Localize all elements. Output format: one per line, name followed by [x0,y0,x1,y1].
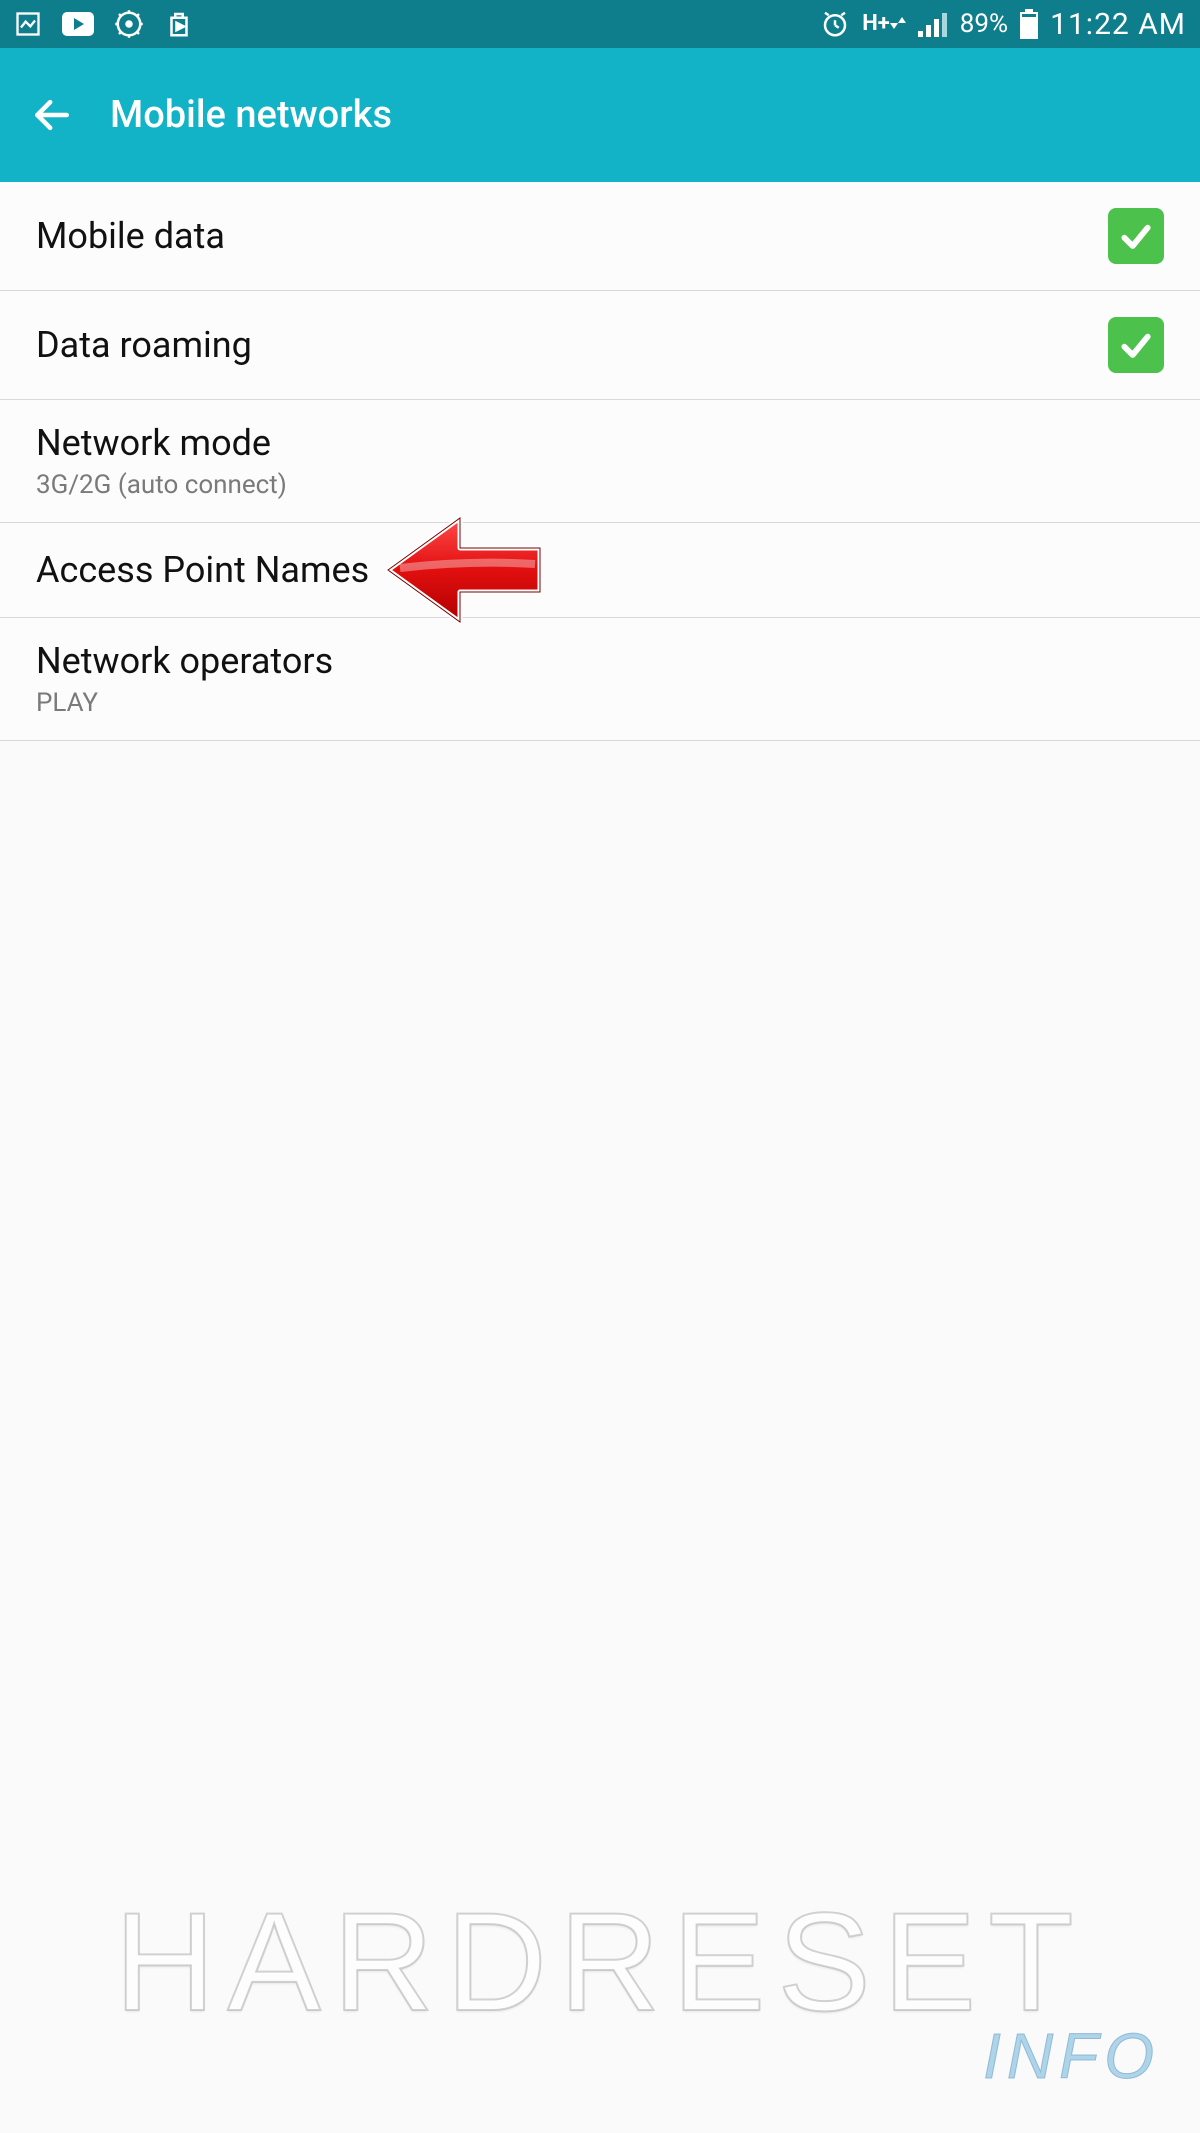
page-title: Mobile networks [110,93,392,137]
clock-time: 11:22 AM [1050,7,1186,42]
setting-network-mode[interactable]: Network mode 3G/2G (auto connect) [0,400,1200,523]
setting-label: Network operators [36,640,1164,682]
status-bar: H+ 89% 11:22 AM [0,0,1200,48]
checkbox-checked-icon[interactable] [1108,317,1164,373]
setting-data-roaming[interactable]: Data roaming [0,291,1200,400]
youtube-icon [62,12,94,36]
app-bar: Mobile networks [0,48,1200,182]
setting-sublabel: PLAY [36,688,1164,718]
play-store-icon [164,9,194,39]
setting-sublabel: 3G/2G (auto connect) [36,470,1164,500]
watermark-subtext: INFO [983,2019,1160,2093]
network-type-label: H+ [862,13,906,35]
alarm-icon [820,9,850,39]
battery-percentage: 89% [960,9,1008,39]
setting-label: Network mode [36,422,1164,464]
setting-label: Mobile data [36,215,1108,257]
back-button[interactable] [28,91,76,139]
settings-list: Mobile data Data roaming Network mode 3G… [0,182,1200,741]
settings-gear-icon [114,9,144,39]
setting-access-point-names[interactable]: Access Point Names [0,523,1200,618]
setting-network-operators[interactable]: Network operators PLAY [0,618,1200,741]
setting-mobile-data[interactable]: Mobile data [0,182,1200,291]
checkbox-checked-icon[interactable] [1108,208,1164,264]
battery-icon [1020,9,1038,39]
setting-label: Access Point Names [36,549,1164,591]
gallery-icon [14,10,42,38]
setting-label: Data roaming [36,324,1108,366]
signal-icon [918,11,948,37]
